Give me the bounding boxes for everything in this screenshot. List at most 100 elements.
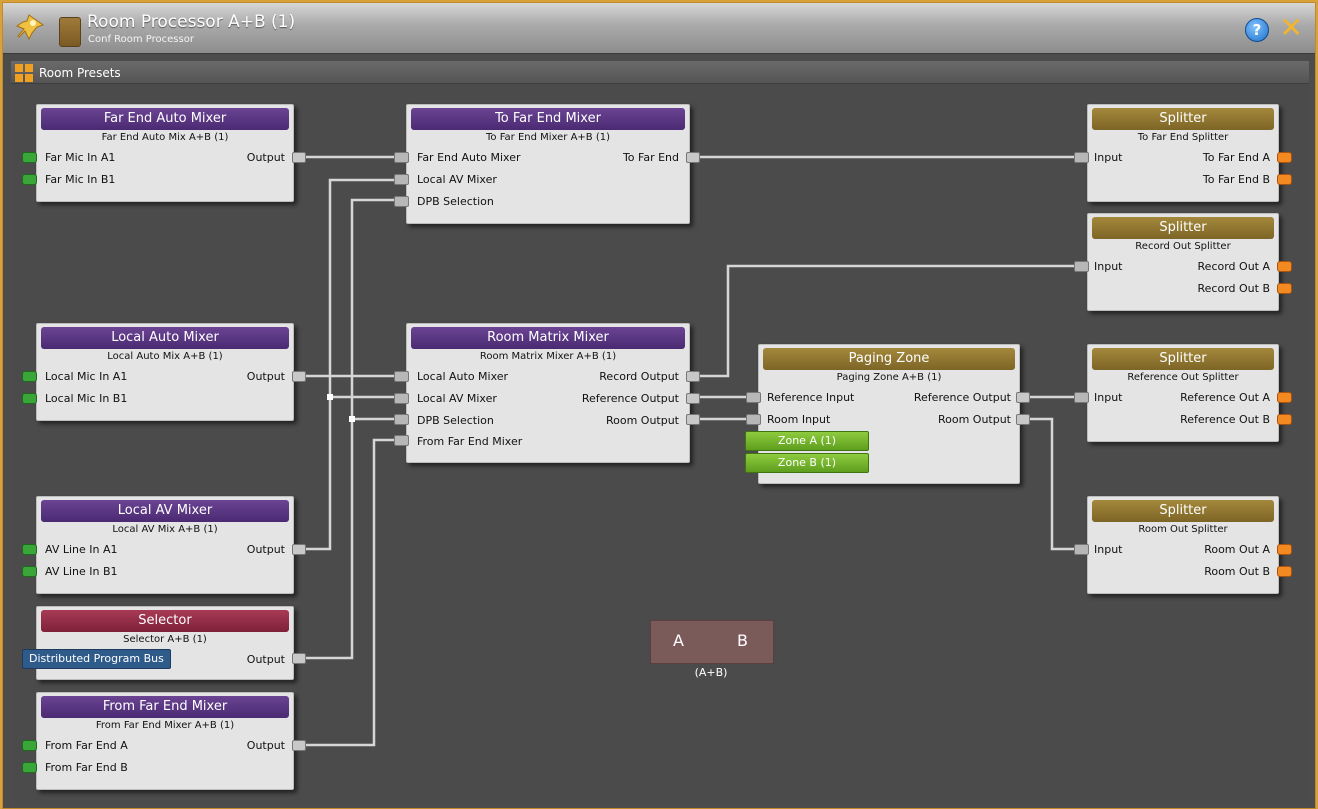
from-far-end-mixer-block[interactable]: From Far End Mixer From Far End Mixer A+… (36, 692, 294, 790)
input-connector[interactable] (22, 762, 37, 773)
room-matrix-mixer-block[interactable]: Room Matrix Mixer Room Matrix Mixer A+B … (406, 323, 690, 463)
output-connector[interactable] (292, 371, 306, 382)
input-connector[interactable] (1074, 392, 1089, 403)
input-connector[interactable] (22, 152, 37, 163)
port-label: AV Line In B1 (45, 565, 118, 578)
output-connector[interactable] (686, 152, 700, 163)
block-subtitle: Record Out Splitter (1135, 241, 1231, 252)
block-subtitle: Selector A+B (1) (123, 634, 207, 645)
block-subtitle: Room Out Splitter (1138, 524, 1228, 535)
block-subtitle: Room Matrix Mixer A+B (1) (479, 351, 617, 362)
port-label: Input (1094, 543, 1123, 556)
splitter-reference-out-block[interactable]: Splitter Reference Out Splitter Input Re… (1087, 344, 1279, 442)
input-connector[interactable] (22, 371, 37, 382)
splitter-to-far-end-block[interactable]: Splitter To Far End Splitter Input To Fa… (1087, 104, 1279, 202)
port-label: Far End Auto Mixer (417, 151, 521, 164)
output-connector[interactable] (1277, 283, 1292, 294)
input-connector[interactable] (394, 152, 409, 163)
block-title: Paging Zone (763, 348, 1015, 370)
local-auto-mixer-block[interactable]: Local Auto Mixer Local Auto Mix A+B (1) … (36, 323, 294, 421)
port-label: Room Output (937, 413, 1011, 426)
block-title: Local AV Mixer (41, 500, 289, 522)
port-label: AV Line In A1 (45, 543, 118, 556)
port-label: Room Out A (1204, 543, 1270, 556)
output-connector[interactable] (1277, 544, 1292, 555)
port-label: Output (246, 543, 285, 556)
port-label: DPB Selection (417, 414, 494, 427)
port-label: Local AV Mixer (417, 392, 497, 405)
output-connector[interactable] (686, 393, 700, 404)
port-label: From Far End A (45, 739, 128, 752)
port-label: To Far End A (1202, 151, 1270, 164)
output-connector[interactable] (292, 653, 306, 664)
input-connector[interactable] (22, 566, 37, 577)
splitter-room-out-block[interactable]: Splitter Room Out Splitter Input Room Ou… (1087, 496, 1279, 594)
port-label: Reference Input (767, 391, 855, 404)
distributed-program-bus-input[interactable]: Distributed Program Bus (22, 649, 171, 669)
port-label: Room Input (767, 413, 831, 426)
block-title: Splitter (1092, 217, 1274, 239)
input-connector[interactable] (22, 544, 37, 555)
port-label: Far Mic In B1 (45, 173, 116, 186)
port-label: Room Output (605, 414, 679, 427)
port-label: Local Mic In B1 (45, 392, 128, 405)
input-connector[interactable] (746, 392, 761, 403)
local-av-mixer-block[interactable]: Local AV Mixer Local AV Mix A+B (1) AV L… (36, 496, 294, 594)
port-label: Output (246, 653, 285, 666)
output-connector[interactable] (1277, 414, 1292, 425)
port-label: Record Out A (1197, 260, 1270, 273)
block-title: To Far End Mixer (411, 108, 685, 130)
output-connector[interactable] (1277, 566, 1292, 577)
port-label: Reference Output (581, 392, 679, 405)
input-connector[interactable] (22, 740, 37, 751)
output-connector[interactable] (1277, 392, 1292, 403)
output-connector[interactable] (686, 414, 700, 425)
port-label: From Far End Mixer (417, 435, 523, 448)
block-title: Splitter (1092, 500, 1274, 522)
input-connector[interactable] (394, 371, 409, 382)
port-label: Room Out B (1204, 565, 1270, 578)
port-label: Input (1094, 260, 1123, 273)
output-connector[interactable] (1277, 261, 1292, 272)
input-connector[interactable] (1074, 261, 1089, 272)
block-subtitle: Reference Out Splitter (1127, 372, 1239, 383)
port-label: Reference Out A (1180, 391, 1270, 404)
output-connector[interactable] (292, 152, 306, 163)
block-title: Selector (41, 610, 289, 632)
input-connector[interactable] (394, 196, 409, 207)
output-connector[interactable] (1277, 152, 1292, 163)
input-connector[interactable] (394, 414, 409, 425)
input-connector[interactable] (746, 414, 761, 425)
zone-b-button[interactable]: Zone B (1) (745, 453, 869, 473)
output-connector[interactable] (292, 740, 306, 751)
output-connector[interactable] (686, 371, 700, 382)
block-subtitle: Local AV Mix A+B (1) (112, 524, 218, 535)
input-connector[interactable] (22, 174, 37, 185)
port-label: Record Output (599, 370, 679, 383)
input-connector[interactable] (1074, 152, 1089, 163)
block-title: Splitter (1092, 108, 1274, 130)
input-connector[interactable] (22, 393, 37, 404)
port-label: DPB Selection (417, 195, 494, 208)
input-connector[interactable] (394, 174, 409, 185)
output-connector[interactable] (1016, 392, 1030, 403)
output-connector[interactable] (1277, 174, 1292, 185)
port-label: Reference Out B (1180, 413, 1270, 426)
port-label: From Far End B (45, 761, 128, 774)
room-combine-label: (A+B) (694, 666, 728, 679)
port-label: Local Auto Mixer (417, 370, 509, 383)
output-connector[interactable] (1016, 414, 1030, 425)
output-connector[interactable] (292, 544, 306, 555)
port-label: To Far End B (1202, 173, 1270, 186)
zone-a-button[interactable]: Zone A (1) (745, 431, 869, 451)
port-label: Input (1094, 151, 1123, 164)
block-title: From Far End Mixer (41, 696, 289, 718)
room-combine-tile[interactable]: A B (650, 620, 774, 664)
input-connector[interactable] (394, 435, 409, 446)
input-connector[interactable] (1074, 544, 1089, 555)
port-label: Output (246, 151, 285, 164)
input-connector[interactable] (394, 393, 409, 404)
far-end-auto-mixer-block[interactable]: Far End Auto Mixer Far End Auto Mix A+B … (36, 104, 294, 202)
to-far-end-mixer-block[interactable]: To Far End Mixer To Far End Mixer A+B (1… (406, 104, 690, 224)
splitter-record-out-block[interactable]: Splitter Record Out Splitter Input Recor… (1087, 213, 1279, 311)
